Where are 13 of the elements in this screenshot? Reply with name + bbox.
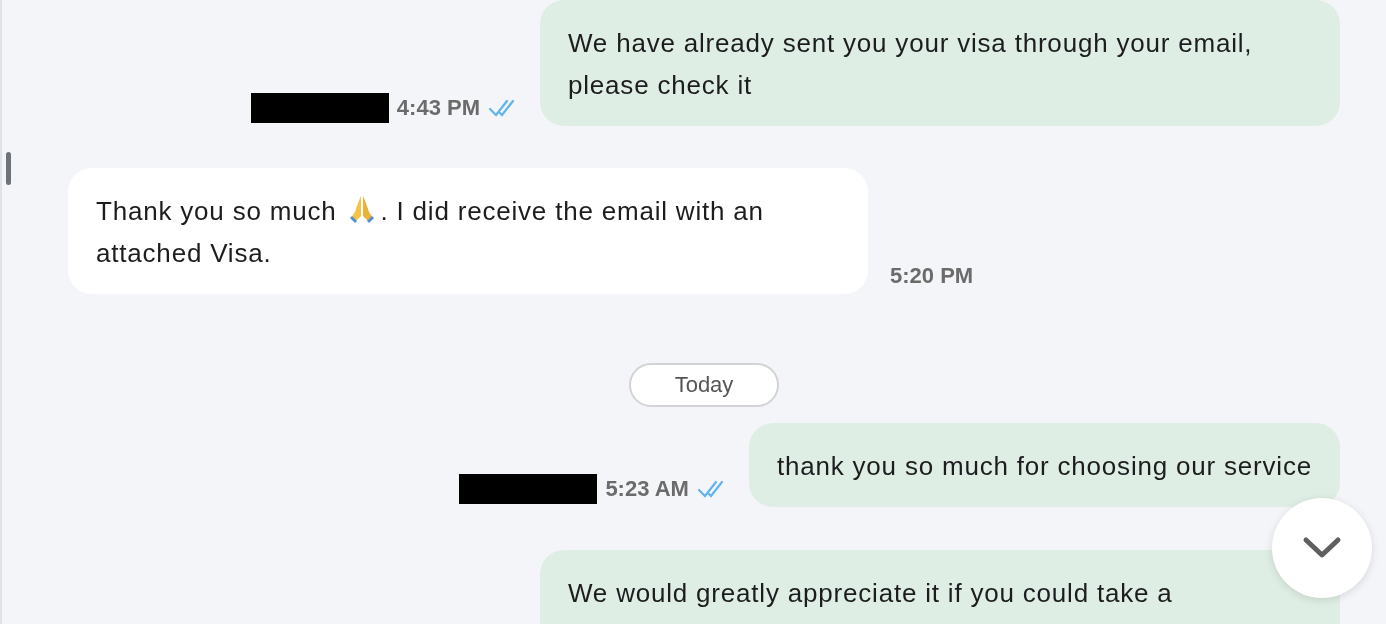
message-time: 4:43 PM (396, 94, 480, 122)
message-time: 5:23 AM (605, 475, 689, 503)
date-separator: Today (628, 363, 780, 407)
message-text: . I did receive the email with an (380, 195, 764, 228)
scroll-down-button[interactable] (1272, 498, 1372, 598)
message-text: thank you so much for choosing our service (776, 451, 1312, 481)
chevron-down-icon (1302, 536, 1342, 560)
message-time: 5:20 PM (890, 262, 974, 290)
scrollbar-thumb[interactable] (6, 152, 11, 185)
message-text: attached Visa. (96, 237, 272, 270)
message-text: We would greatly appreciate it if you could take a (568, 578, 1173, 608)
message-text: We have already sent you your visa through your email, please check it (568, 28, 1253, 100)
message-text: Thank you so much (96, 195, 337, 228)
